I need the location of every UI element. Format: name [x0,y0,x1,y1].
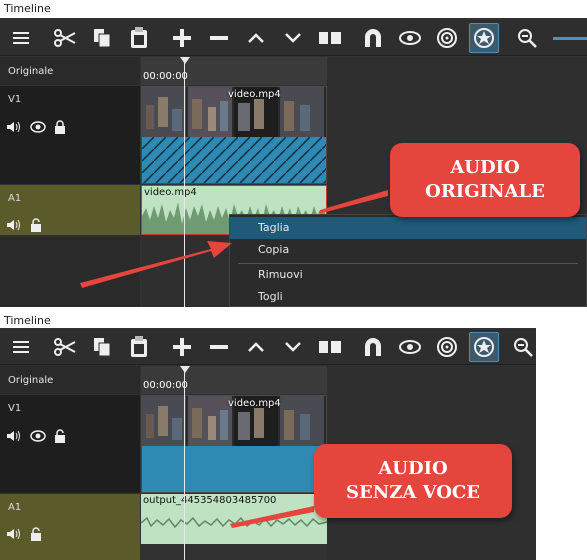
callout-audio-senza-voce: AUDIO SENZA VOCE [314,444,512,518]
callout-line2: ORIGINALE [425,181,545,202]
timeline-panel-top: Timeline Originale 00:00:00 V1 video.mp4… [0,0,587,307]
callout-line1: AUDIO [378,458,448,479]
callout-line1: AUDIO [450,157,520,178]
callout-line2: SENZA VOCE [346,482,480,503]
callout-audio-originale: AUDIO ORIGINALE [390,143,580,217]
timeline-panel-bottom: Timeline Originale 00:00:00 V1 video.mp4… [0,314,536,560]
annotation-arrow [230,506,314,528]
